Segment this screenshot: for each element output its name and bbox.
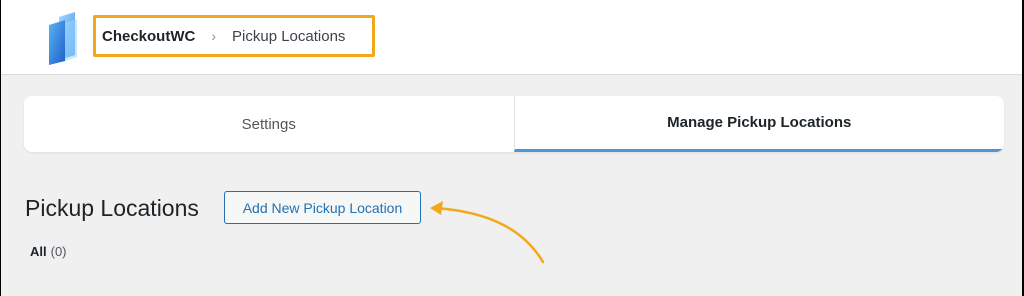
tab-manage-pickup-locations[interactable]: Manage Pickup Locations bbox=[513, 96, 1004, 152]
top-header: CheckoutWC › Pickup Locations bbox=[1, 0, 1022, 75]
filter-all-count: (0) bbox=[50, 244, 67, 259]
tab-settings[interactable]: Settings bbox=[24, 96, 514, 152]
page-title: Pickup Locations bbox=[25, 195, 199, 221]
breadcrumb-root-link[interactable]: CheckoutWC bbox=[102, 28, 195, 45]
tab-bar: Settings Manage Pickup Locations bbox=[24, 96, 1004, 152]
app-frame: CheckoutWC › Pickup Locations Settings M… bbox=[1, 0, 1022, 296]
breadcrumb: CheckoutWC › Pickup Locations bbox=[93, 15, 375, 57]
filter-all-link[interactable]: All bbox=[30, 244, 47, 259]
add-new-pickup-location-button[interactable]: Add New Pickup Location bbox=[224, 191, 421, 224]
annotation-arrow-icon bbox=[430, 201, 545, 264]
checkoutwc-logo-icon[interactable] bbox=[45, 11, 85, 66]
chevron-right-icon: › bbox=[211, 28, 217, 44]
breadcrumb-current: Pickup Locations bbox=[232, 27, 346, 45]
status-filter: All (0) bbox=[30, 244, 67, 259]
